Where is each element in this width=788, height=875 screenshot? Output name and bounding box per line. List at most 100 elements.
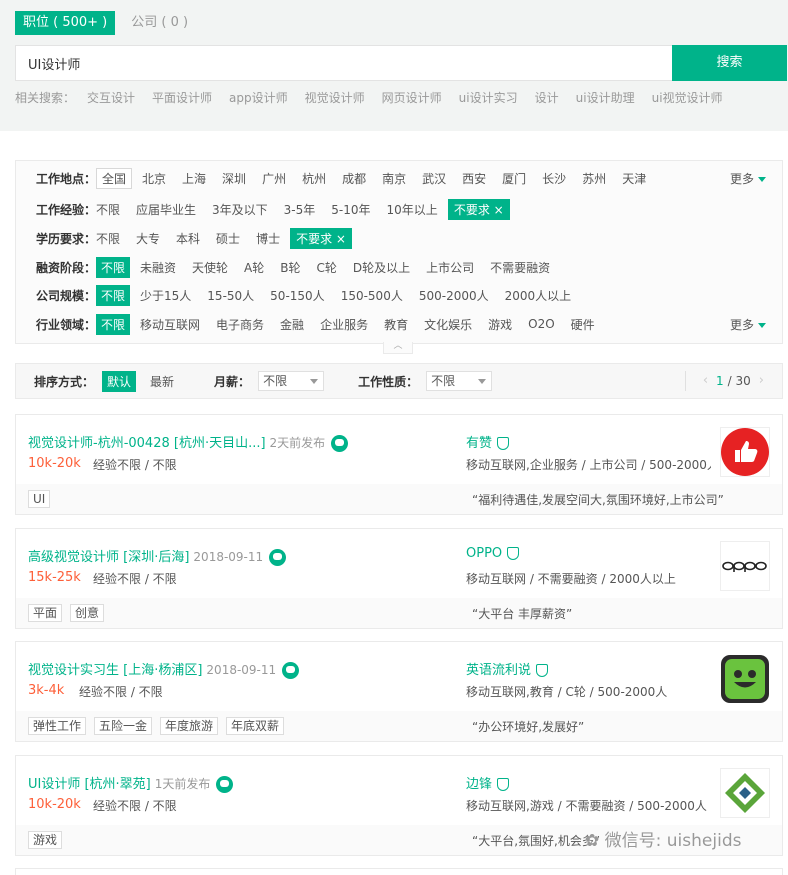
job-title[interactable]: 高级视觉设计师 [深圳·后海]	[28, 550, 189, 565]
salary-select[interactable]: 不限	[258, 371, 325, 391]
filter-option[interactable]: A轮	[244, 259, 264, 276]
search-button[interactable]: 搜索	[672, 45, 787, 81]
filter-option[interactable]: 天津	[622, 170, 646, 187]
company-logo[interactable]	[720, 427, 770, 477]
filter-option[interactable]: 硕士	[216, 230, 240, 247]
related-item[interactable]: app设计师	[229, 89, 288, 106]
filter-option[interactable]: 杭州	[302, 170, 326, 187]
related-item[interactable]: ui设计实习	[459, 89, 518, 106]
filter-option[interactable]: 深圳	[222, 170, 246, 187]
filter-row-funding: 融资阶段： 不限 未融资 天使轮 A轮 B轮 C轮 D轮及以上 上市公司 不需要…	[16, 256, 566, 278]
company-name[interactable]: 有赞	[466, 436, 492, 451]
related-item[interactable]: 视觉设计师	[305, 89, 365, 106]
filter-option[interactable]: 少于15人	[140, 287, 191, 304]
verified-shield-icon	[497, 778, 510, 791]
filter-option[interactable]: 未融资	[140, 259, 176, 276]
related-item[interactable]: 交互设计	[87, 89, 135, 106]
filter-option[interactable]: 武汉	[422, 170, 446, 187]
job-nature-select-value: 不限	[431, 374, 456, 388]
filter-option[interactable]: 不限	[96, 256, 131, 278]
job-card[interactable]: 视觉设计实习生 [上海·杨浦区] 2018-09-11 3k-4k 经验不限 / …	[15, 641, 783, 742]
collapse-filters-button[interactable]: ︿	[383, 342, 413, 354]
tab-jobs[interactable]: 职位 ( 500+ )	[15, 11, 116, 35]
related-item[interactable]: ui视觉设计师	[652, 89, 723, 106]
prev-page-icon[interactable]: ‹	[703, 373, 708, 388]
company-name[interactable]: OPPO	[466, 546, 502, 561]
company-logo[interactable]	[720, 768, 770, 818]
related-item[interactable]: 平面设计师	[152, 89, 212, 106]
filter-option[interactable]: 本科	[176, 230, 200, 247]
filter-option[interactable]: 博士	[256, 230, 280, 247]
filter-option[interactable]: 3年及以下	[212, 201, 268, 218]
job-title-line: UI设计师 [杭州·翠苑] 1天前发布	[28, 773, 234, 793]
selected-filter-tag[interactable]: 不要求 ×	[447, 198, 510, 220]
filter-option[interactable]: 全国	[96, 167, 133, 189]
job-title[interactable]: 视觉设计师-杭州-00428 [杭州·天目山...]	[28, 436, 266, 451]
filter-option[interactable]: 电子商务	[216, 316, 264, 333]
filter-option[interactable]: 移动互联网	[140, 316, 200, 333]
filter-option[interactable]: D轮及以上	[353, 259, 410, 276]
filter-option[interactable]: 上市公司	[426, 259, 474, 276]
more-button[interactable]: 更多	[730, 316, 766, 333]
filter-option[interactable]: 500-2000人	[419, 287, 489, 304]
job-card[interactable]: 高级视觉设计师 [深圳·后海] 2018-09-11 15k-25k 经验不限 /…	[15, 528, 783, 629]
job-title[interactable]: 视觉设计实习生 [上海·杨浦区]	[28, 663, 202, 678]
sort-latest-button[interactable]: 最新	[150, 373, 174, 390]
filter-option[interactable]: 硬件	[571, 316, 595, 333]
filter-option[interactable]: 不需要融资	[490, 259, 550, 276]
filter-option[interactable]: 不限	[96, 313, 131, 335]
filter-option[interactable]: 文化娱乐	[424, 316, 472, 333]
filter-option[interactable]: 大专	[136, 230, 160, 247]
filter-option[interactable]: 不限	[96, 230, 120, 247]
filter-option[interactable]: 游戏	[488, 316, 512, 333]
company-name[interactable]: 英语流利说	[466, 663, 531, 678]
filter-option[interactable]: 厦门	[502, 170, 526, 187]
filter-option[interactable]: 10年以上	[387, 201, 438, 218]
filter-option[interactable]: C轮	[317, 259, 337, 276]
selected-filter-tag[interactable]: 不要求 ×	[290, 227, 352, 249]
related-item[interactable]: 设计	[535, 89, 559, 106]
filter-option[interactable]: 南京	[382, 170, 406, 187]
related-item[interactable]: ui设计助理	[576, 89, 635, 106]
job-nature-select[interactable]: 不限	[426, 371, 493, 391]
filter-option[interactable]: 150-500人	[341, 287, 403, 304]
filter-option[interactable]: 金融	[280, 316, 304, 333]
filter-option[interactable]: 15-50人	[207, 287, 254, 304]
chat-icon[interactable]	[269, 549, 287, 566]
search-input[interactable]	[16, 46, 672, 80]
filter-option[interactable]: 不限	[96, 284, 131, 306]
sort-default-button[interactable]: 默认	[102, 370, 137, 392]
diamond-logo-icon	[725, 773, 765, 813]
filter-option[interactable]: 5-10年	[331, 201, 370, 218]
filter-option[interactable]: 长沙	[542, 170, 566, 187]
chat-icon[interactable]	[282, 662, 300, 679]
filter-option[interactable]: 西安	[462, 170, 486, 187]
chat-icon[interactable]	[216, 776, 234, 793]
tab-companies[interactable]: 公司 ( 0 )	[131, 11, 188, 35]
filter-option[interactable]: 上海	[182, 170, 206, 187]
job-title[interactable]: UI设计师 [杭州·翠苑]	[28, 777, 151, 792]
company-logo[interactable]	[720, 654, 770, 704]
next-page-icon[interactable]: ›	[759, 373, 764, 388]
filter-option[interactable]: 成都	[342, 170, 366, 187]
filter-option[interactable]: B轮	[280, 259, 300, 276]
job-card[interactable]: 视觉设计师-杭州-00428 [杭州·天目山...] 2天前发布 10k-20k …	[15, 414, 783, 515]
filter-option[interactable]: 苏州	[582, 170, 606, 187]
filter-option[interactable]: 2000人以上	[505, 287, 572, 304]
filter-option[interactable]: O2O	[528, 317, 555, 331]
filter-option[interactable]: 广州	[262, 170, 286, 187]
filter-option[interactable]: 天使轮	[192, 259, 228, 276]
company-name[interactable]: 边锋	[466, 777, 492, 792]
company-logo[interactable]	[720, 541, 770, 591]
chat-icon[interactable]	[331, 435, 349, 452]
related-item[interactable]: 网页设计师	[382, 89, 442, 106]
filter-option[interactable]: 教育	[384, 316, 408, 333]
filter-option[interactable]: 不限	[96, 201, 120, 218]
job-card[interactable]	[15, 868, 783, 875]
more-button[interactable]: 更多	[730, 170, 766, 187]
filter-option[interactable]: 50-150人	[270, 287, 325, 304]
filter-option[interactable]: 北京	[142, 170, 166, 187]
filter-option[interactable]: 应届毕业生	[136, 201, 196, 218]
filter-option[interactable]: 企业服务	[320, 316, 368, 333]
filter-option[interactable]: 3-5年	[284, 201, 316, 218]
